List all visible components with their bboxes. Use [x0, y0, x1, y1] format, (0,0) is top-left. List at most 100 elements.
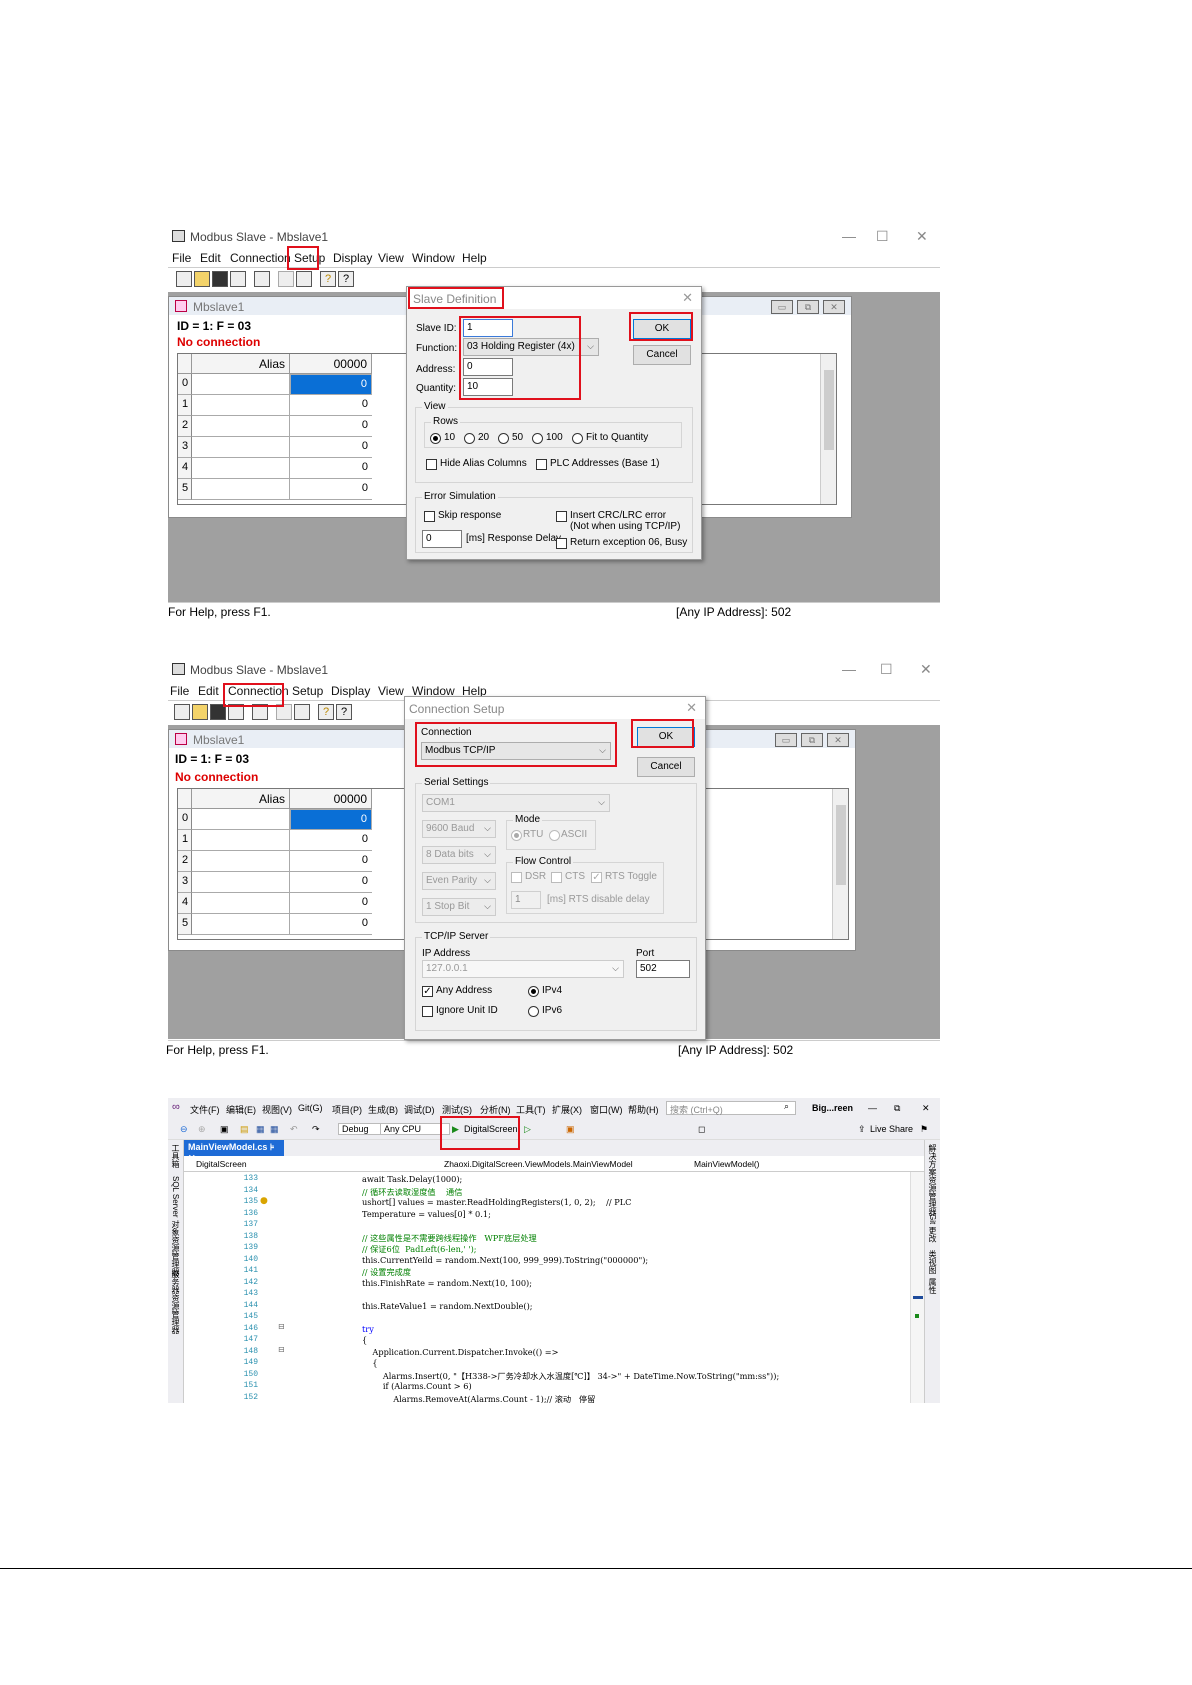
menu-connection[interactable]: Connection [230, 251, 291, 265]
insert-crc-checkbox[interactable] [556, 511, 567, 522]
save-icon[interactable]: ▦ [256, 1124, 265, 1135]
child-minimize-button[interactable]: ▭ [775, 733, 797, 747]
menu-window[interactable]: Window [412, 251, 455, 265]
code-line[interactable]: { [362, 1358, 377, 1368]
nav-member-select[interactable]: MainViewModel() [694, 1159, 760, 1169]
minimize-button[interactable]: — [842, 661, 856, 677]
child-restore-button[interactable]: ⧉ [797, 300, 819, 314]
vertical-scrollbar[interactable] [832, 789, 848, 939]
minimize-button[interactable]: — [842, 228, 856, 244]
value-cell[interactable]: 0 [290, 914, 372, 935]
nav-class-select[interactable]: Zhaoxi.DigitalScreen.ViewModels.MainView… [444, 1159, 633, 1169]
save-all-icon[interactable]: ▦ [270, 1124, 279, 1135]
vs-menu-extensions[interactable]: 扩展(X) [552, 1103, 582, 1116]
maximize-button[interactable]: ☐ [876, 228, 889, 245]
vs-menu-test[interactable]: 测试(S) [442, 1103, 472, 1116]
config-select[interactable]: Debug [338, 1123, 386, 1135]
alias-cell[interactable] [192, 809, 290, 830]
vs-menu-view[interactable]: 视图(V) [262, 1103, 292, 1116]
close-button[interactable]: ✕ [920, 661, 932, 678]
vs-minimize-button[interactable]: — [868, 1103, 877, 1113]
sql-server-explorer-tab[interactable]: SQL Server 对象资源管理器 [170, 1176, 181, 1276]
alias-cell[interactable] [192, 458, 290, 479]
child-restore-button[interactable]: ⧉ [801, 733, 823, 747]
code-line[interactable]: this.FinishRate = random.Next(10, 100); [362, 1278, 532, 1288]
vs-menu-analyze[interactable]: 分析(N) [480, 1103, 511, 1116]
menu-view[interactable]: View [378, 251, 404, 265]
maximize-button[interactable]: ☐ [880, 661, 893, 678]
menu-display[interactable]: Display [331, 684, 370, 698]
vs-menu-debug[interactable]: 调试(D) [404, 1103, 435, 1116]
scroll-thumb[interactable] [824, 370, 834, 450]
vs-restore-button[interactable]: ⧉ [894, 1103, 900, 1114]
tab-mainviewmodel[interactable]: MainViewModel.cs ⊧ ✕ [184, 1140, 284, 1163]
open-file-icon[interactable]: ▤ [240, 1124, 249, 1135]
solution-explorer-tab[interactable]: 解决方案资源管理器 [927, 1144, 938, 1216]
rows-10-radio[interactable] [430, 433, 441, 444]
vs-menu-edit[interactable]: 编辑(E) [226, 1103, 256, 1116]
dialog-close-icon[interactable]: ✕ [686, 700, 697, 716]
value-cell[interactable]: 0 [290, 830, 372, 851]
ignore-unit-id-checkbox[interactable] [422, 1006, 433, 1017]
menu-view[interactable]: View [378, 684, 404, 698]
server-explorer-tab[interactable]: 服务器资源管理器 [170, 1270, 181, 1334]
alias-cell[interactable] [192, 830, 290, 851]
properties-tab[interactable]: 属性 [927, 1278, 938, 1294]
rows-50-radio[interactable] [498, 433, 509, 444]
code-line[interactable]: ushort[] values = master.ReadHoldingRegi… [362, 1197, 631, 1207]
rows-100-radio[interactable] [532, 433, 543, 444]
new-project-icon[interactable]: ▣ [220, 1124, 229, 1135]
dialog-close-icon[interactable]: ✕ [682, 290, 693, 306]
help-icon[interactable]: ? [318, 704, 334, 720]
window-icon[interactable] [254, 271, 270, 287]
code-line[interactable]: // 这些属性是不需要跨线程操作 WPF底层处理 [362, 1232, 537, 1244]
value-cell[interactable]: 0 [290, 395, 372, 416]
code-line[interactable]: // 设置完成度 [362, 1266, 411, 1278]
ipv4-radio[interactable] [528, 986, 539, 997]
forward-icon[interactable]: ⊕ [198, 1124, 206, 1135]
menu-help[interactable]: Help [462, 251, 487, 265]
new-icon[interactable] [174, 704, 190, 720]
monitor-icon[interactable] [296, 271, 312, 287]
menu-edit[interactable]: Edit [200, 251, 221, 265]
menu-file[interactable]: File [172, 251, 191, 265]
code-line[interactable]: { [362, 1335, 367, 1345]
alias-cell[interactable] [192, 479, 290, 500]
alias-cell[interactable] [192, 437, 290, 458]
code-line[interactable]: Temperature = values[0] * 0.1; [362, 1209, 491, 1219]
value-cell[interactable]: 0 [290, 893, 372, 914]
back-icon[interactable]: ⊖ [180, 1124, 188, 1135]
open-icon[interactable] [194, 271, 210, 287]
live-share-icon[interactable]: ⇪ [858, 1124, 866, 1135]
save-icon[interactable] [212, 271, 228, 287]
toolbox-tab[interactable]: 工具箱 [170, 1144, 181, 1168]
code-editor[interactable]: 133 await Task.Delay(1000); 134 // 循环去读取… [184, 1172, 910, 1403]
ipv6-radio[interactable] [528, 1006, 539, 1017]
menu-file[interactable]: File [170, 684, 189, 698]
any-address-checkbox[interactable]: ✓ [422, 986, 433, 997]
alias-cell[interactable] [192, 851, 290, 872]
vs-close-button[interactable]: ✕ [922, 1103, 930, 1114]
cancel-button[interactable]: Cancel [637, 757, 695, 777]
git-changes-tab[interactable]: Git 更改 [927, 1214, 938, 1242]
alias-cell[interactable] [192, 416, 290, 437]
hot-reload-icon[interactable]: ▣ [566, 1124, 575, 1135]
value-cell[interactable]: 0 [290, 437, 372, 458]
response-delay-input[interactable]: 0 [422, 530, 462, 548]
bookmark-icon[interactable]: ◻ [698, 1124, 705, 1135]
new-icon[interactable] [176, 271, 192, 287]
child-close-button[interactable]: ✕ [823, 300, 845, 314]
editor-scrollbar[interactable] [910, 1172, 924, 1403]
plc-addresses-checkbox[interactable] [536, 459, 547, 470]
collapse-icon[interactable]: ⊟ [278, 1322, 285, 1331]
live-share-button[interactable]: Live Share [870, 1124, 913, 1134]
value-cell[interactable]: 0 [290, 809, 372, 830]
close-button[interactable]: ✕ [916, 228, 928, 245]
rows-fit-radio[interactable] [572, 433, 583, 444]
value-cell[interactable]: 0 [290, 872, 372, 893]
alias-cell[interactable] [192, 893, 290, 914]
menu-edit[interactable]: Edit [198, 684, 219, 698]
child-close-button[interactable]: ✕ [827, 733, 849, 747]
print-icon[interactable] [230, 271, 246, 287]
vs-menu-project[interactable]: 项目(P) [332, 1103, 362, 1116]
